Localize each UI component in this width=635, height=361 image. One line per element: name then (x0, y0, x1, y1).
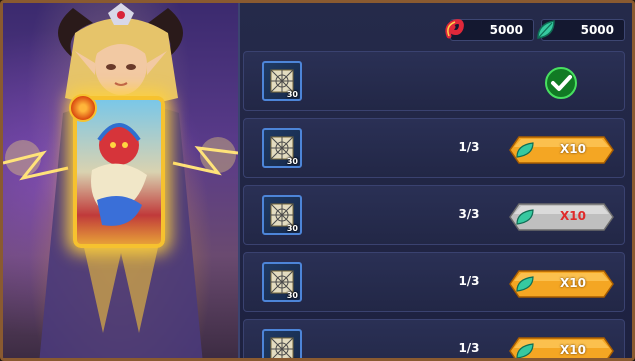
shop-row: 30 1/3 X10 (243, 319, 625, 358)
web-scroll-icon (270, 337, 294, 358)
buy-button-label: X10 (560, 142, 586, 156)
fire-element-icon (69, 94, 97, 122)
green-leaf-gem-icon (537, 20, 555, 39)
purchase-progress: 1/3 (458, 341, 480, 355)
purchase-progress: 1/3 (458, 140, 480, 154)
currency-green: 5000 (537, 19, 625, 41)
item-slot[interactable]: 30 (262, 262, 302, 302)
shop-row: 30 3/3 X10 (243, 185, 625, 245)
dragon-hero-art (91, 123, 147, 226)
purchase-progress: 1/3 (458, 274, 480, 288)
item-quantity: 30 (286, 157, 298, 166)
green-leaf-gem-icon (516, 142, 534, 158)
hero-card[interactable] (69, 94, 165, 248)
item-quantity: 30 (286, 291, 298, 300)
item-quantity: 30 (286, 90, 298, 99)
green-leaf-gem-icon (516, 209, 534, 225)
shop-row: 30 (243, 51, 625, 111)
hero-art-panel (3, 3, 238, 358)
green-leaf-gem-icon (516, 276, 534, 292)
currency-green-value: 5000 (580, 23, 614, 37)
shop-row: 30 1/3 X10 (243, 118, 625, 178)
buy-x10-button[interactable]: X10 (509, 270, 614, 298)
item-slot[interactable]: 30 (262, 195, 302, 235)
item-slot[interactable]: 30 (262, 128, 302, 168)
buy-button-label: X10 (560, 343, 586, 357)
green-leaf-gem-icon (516, 343, 534, 358)
buy-x10-button[interactable]: X10 (509, 337, 614, 358)
buy-button-label: X10 (560, 276, 586, 290)
red-swirl-currency-icon (445, 19, 464, 39)
currency-red: 5000 (445, 19, 534, 41)
item-slot[interactable]: 30 (262, 61, 302, 101)
currency-red-value: 5000 (489, 23, 523, 37)
game-window: 5000 5000 30 30 1/3 X10 30 3/3 X10 30 1/… (0, 0, 635, 361)
buy-x10-button-disabled[interactable]: X10 (509, 203, 614, 231)
shop-row: 30 1/3 X10 (243, 252, 625, 312)
checkmark-icon (545, 67, 577, 99)
item-slot[interactable]: 30 (262, 329, 302, 358)
item-quantity: 30 (286, 224, 298, 233)
buy-button-label: X10 (560, 209, 586, 223)
purchase-progress: 3/3 (458, 207, 480, 221)
buy-x10-button[interactable]: X10 (509, 136, 614, 164)
